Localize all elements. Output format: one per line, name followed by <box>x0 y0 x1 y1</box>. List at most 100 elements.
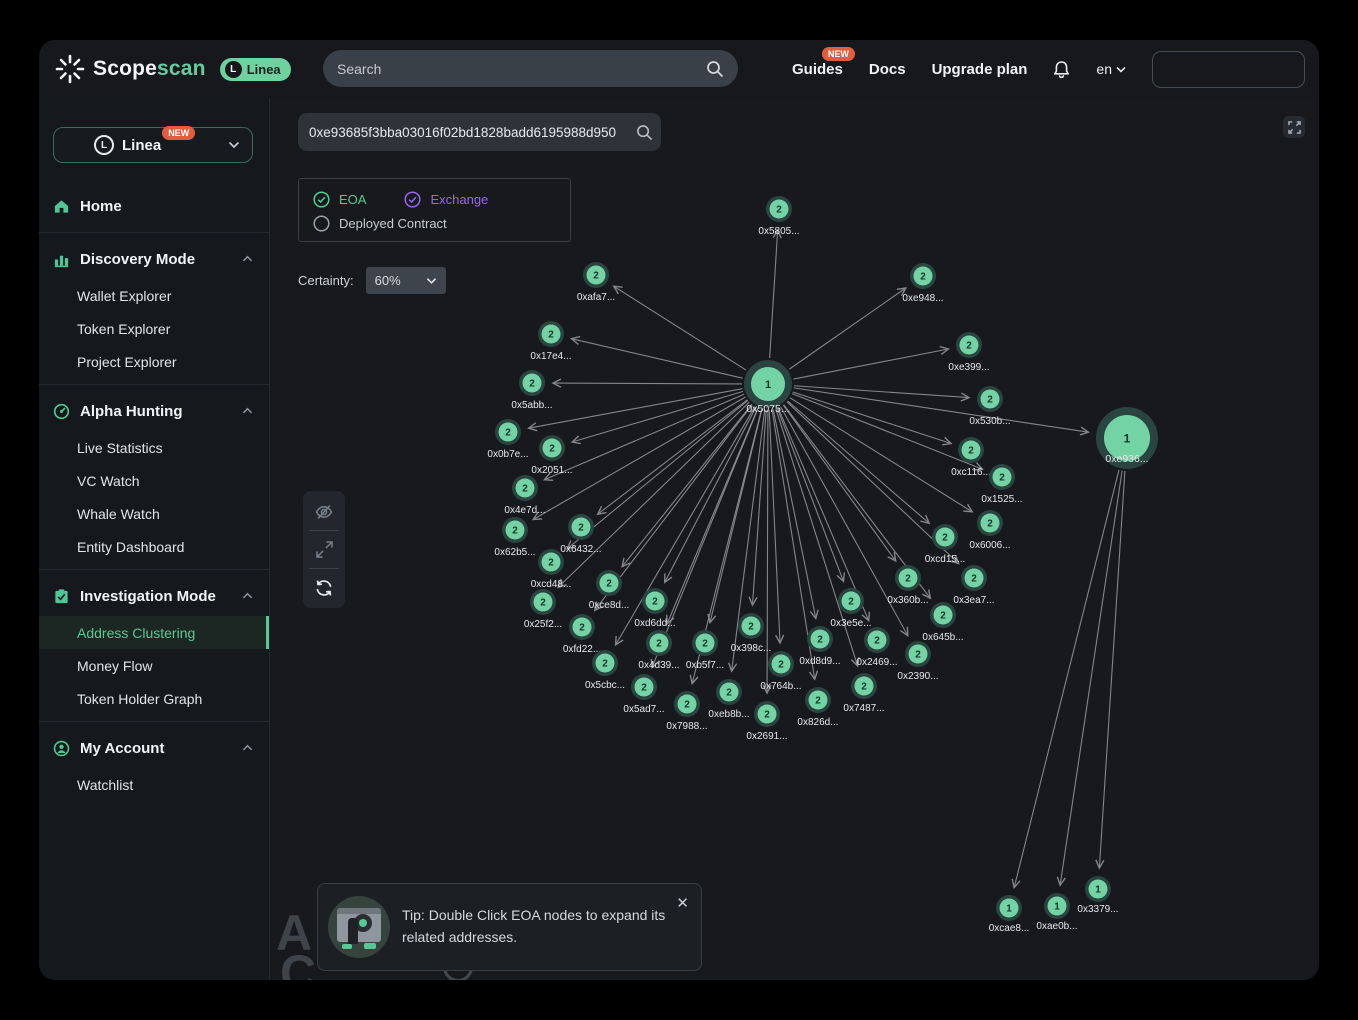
node-address-label: 0xe948... <box>902 293 943 304</box>
certainty-label: Certainty: <box>298 273 354 288</box>
search-icon[interactable] <box>636 124 653 141</box>
sidebar-item-entity-dashboard[interactable]: Entity Dashboard <box>39 530 269 563</box>
node-count: 2 <box>778 660 784 671</box>
search-input[interactable] <box>337 61 706 77</box>
graph-node[interactable]: 20xe948... <box>902 263 943 304</box>
search-icon[interactable] <box>706 60 724 78</box>
graph-node[interactable]: 10x3379... <box>1077 876 1118 915</box>
graph-node[interactable]: 20x17e4... <box>530 321 571 362</box>
graph-node[interactable]: 20x25f2... <box>524 589 562 630</box>
graph-node[interactable]: 20x6006... <box>969 510 1010 551</box>
node-count: 2 <box>968 446 974 457</box>
graph-canvas[interactable]: 20x5805...20xafa7...20xe948...20x17e4...… <box>270 98 1319 980</box>
sidebar-item-project-explorer[interactable]: Project Explorer <box>39 345 269 378</box>
node-count: 2 <box>861 682 867 693</box>
graph-node[interactable]: 20x2051... <box>531 435 572 476</box>
address-input[interactable] <box>309 125 636 140</box>
graph-node[interactable]: 20xb5f7... <box>686 630 724 671</box>
node-address-label: 0xcd15... <box>925 554 966 565</box>
node-address-label: 0x360b... <box>887 595 928 606</box>
sidebar-section-discovery-mode[interactable]: Discovery Mode <box>39 239 269 279</box>
graph-node[interactable]: 20xe399... <box>948 332 989 373</box>
node-count: 2 <box>776 205 782 216</box>
close-icon[interactable]: ✕ <box>676 896 689 911</box>
node-count: 2 <box>641 683 647 694</box>
check-circle-icon <box>404 191 421 208</box>
graph-node[interactable]: 10x5075... <box>744 360 792 415</box>
nav-link-guides[interactable]: GuidesNEW <box>792 61 843 78</box>
legend-eoa[interactable]: EOA <box>313 191 366 208</box>
sidebar-section-my-account[interactable]: My Account <box>39 728 269 768</box>
node-address-label: 0x5abb... <box>511 400 552 411</box>
address-search-box <box>298 113 661 151</box>
graph-node[interactable]: 20x2691... <box>746 701 787 742</box>
graph-node[interactable]: 20x2469... <box>856 627 897 668</box>
language-selector[interactable]: en <box>1096 61 1126 77</box>
connect-wallet-button[interactable] <box>1152 51 1305 88</box>
hide-labels-button[interactable] <box>303 493 345 530</box>
fullscreen-button[interactable] <box>1283 116 1305 138</box>
sidebar-item-watchlist[interactable]: Watchlist <box>39 768 269 801</box>
graph-node[interactable]: 20x3e5e... <box>830 588 871 629</box>
graph-node[interactable]: 20x5abb... <box>511 370 552 411</box>
sidebar-item-whale-watch[interactable]: Whale Watch <box>39 497 269 530</box>
graph-node[interactable]: 20xc116... <box>951 437 991 478</box>
nav-link-docs[interactable]: Docs <box>869 61 906 78</box>
network-selector[interactable]: L LineaNEW <box>53 127 253 163</box>
sidebar-item-live-statistics[interactable]: Live Statistics <box>39 431 269 464</box>
certainty-dropdown[interactable]: 60% <box>366 267 446 294</box>
navbar-actions: GuidesNEW Docs Upgrade plan en <box>792 40 1313 98</box>
sidebar-item-wallet-explorer[interactable]: Wallet Explorer <box>39 279 269 312</box>
graph-node[interactable]: 20xcd48... <box>531 549 572 590</box>
sidebar-item-address-clustering[interactable]: Address Clustering <box>39 616 269 649</box>
graph-node[interactable]: 20x530b... <box>969 386 1010 427</box>
notification-bell-icon[interactable] <box>1053 60 1070 79</box>
graph-node[interactable]: 20xafa7... <box>577 262 615 303</box>
graph-node[interactable]: 20x826d... <box>797 687 838 728</box>
nav-link-upgrade-plan[interactable]: Upgrade plan <box>932 61 1028 78</box>
legend-deployed-contract[interactable]: Deployed Contract <box>313 215 447 232</box>
graph-node[interactable]: 10xe936... <box>1096 407 1158 469</box>
fullscreen-icon <box>1288 121 1301 134</box>
graph-node[interactable]: 20xd8d9... <box>799 626 840 667</box>
graph-node[interactable]: 20x2390... <box>897 641 938 682</box>
graph-node[interactable]: 20xeb8b... <box>708 679 749 720</box>
sidebar-item-money-flow[interactable]: Money Flow <box>39 649 269 682</box>
graph-node[interactable]: 20x3ea7... <box>953 565 994 606</box>
graph-node[interactable]: 20x5cbc... <box>585 650 625 691</box>
graph-node[interactable]: 20x7487... <box>843 673 884 714</box>
sidebar-section-home[interactable]: Home <box>39 186 269 226</box>
graph-node[interactable]: 20x0b7e... <box>487 419 528 460</box>
node-address-label: 0xcd48... <box>531 579 572 590</box>
sidebar-section-alpha-hunting[interactable]: Alpha Hunting <box>39 391 269 431</box>
graph-node[interactable]: 20x6432... <box>560 514 601 555</box>
graph-node[interactable]: 20x4e7d... <box>504 475 545 516</box>
sidebar-item-token-holder-graph[interactable]: Token Holder Graph <box>39 682 269 715</box>
graph-node[interactable]: 10xae0b... <box>1036 893 1077 932</box>
graph-node[interactable]: 20x4d39... <box>638 630 679 671</box>
graph-edge <box>533 397 745 520</box>
node-count: 2 <box>940 611 946 622</box>
graph-node[interactable]: 20xfd22... <box>563 614 601 655</box>
graph-node[interactable]: 10xcae8... <box>989 895 1030 934</box>
linea-icon: L <box>225 61 242 78</box>
graph-node[interactable]: 20x360b... <box>887 565 928 606</box>
sidebar-section-investigation-mode[interactable]: Investigation Mode <box>39 576 269 616</box>
graph-node[interactable]: 20x645b... <box>922 602 963 643</box>
sidebar-item-vc-watch[interactable]: VC Watch <box>39 464 269 497</box>
sidebar-item-token-explorer[interactable]: Token Explorer <box>39 312 269 345</box>
graph-node[interactable]: 20x7988... <box>666 691 707 732</box>
fit-view-button[interactable] <box>303 531 345 568</box>
node-count: 2 <box>999 473 1005 484</box>
graph-node[interactable]: 20xce8d... <box>589 570 630 611</box>
graph-node[interactable]: 20x62b5... <box>494 517 535 558</box>
graph-node[interactable]: 20xcd15... <box>925 524 966 565</box>
graph-node[interactable]: 20x5ad7... <box>623 674 664 715</box>
node-count: 2 <box>652 597 658 608</box>
graph-node[interactable]: 20xd6dd... <box>634 588 675 629</box>
logo[interactable]: Scopescan L Linea <box>55 54 291 84</box>
legend-exchange[interactable]: Exchange <box>404 191 488 208</box>
refresh-button[interactable] <box>303 569 345 606</box>
new-badge: NEW <box>162 126 195 140</box>
graph-node[interactable]: 20x5805... <box>758 196 799 237</box>
